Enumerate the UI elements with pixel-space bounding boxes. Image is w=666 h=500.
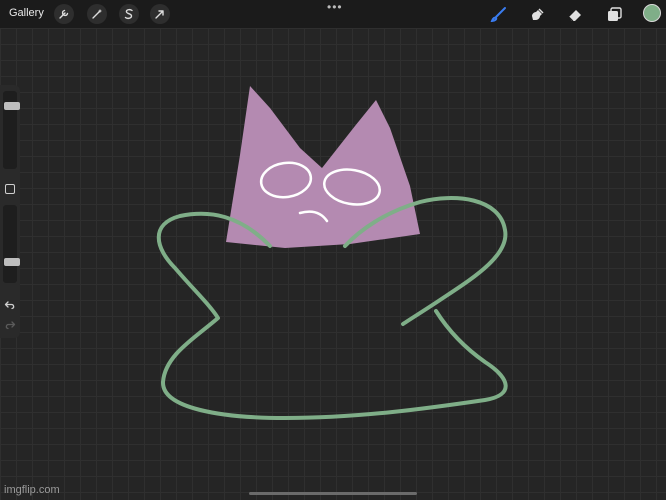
- brush-tool-button[interactable]: [488, 4, 508, 24]
- left-sidebar: [0, 85, 20, 338]
- selection-button[interactable]: [119, 4, 139, 24]
- actions-button[interactable]: [54, 4, 74, 24]
- layers-icon: [607, 6, 622, 21]
- adjustments-button[interactable]: [87, 4, 107, 24]
- brush-icon: [490, 6, 506, 22]
- watermark: imgflip.com: [4, 484, 60, 496]
- layers-button[interactable]: [604, 4, 624, 24]
- selection-s-icon: [124, 8, 133, 20]
- gallery-button[interactable]: Gallery: [9, 7, 44, 19]
- more-options-button[interactable]: •••: [327, 0, 343, 14]
- modify-button[interactable]: [5, 184, 15, 194]
- smudge-tool-button[interactable]: [527, 4, 547, 24]
- top-toolbar: Gallery •••: [0, 0, 666, 28]
- cat-head-shape: [226, 86, 420, 248]
- transform-button[interactable]: [150, 4, 170, 24]
- brush-size-handle[interactable]: [4, 102, 20, 110]
- eraser-tool-button[interactable]: [565, 4, 585, 24]
- smudge-icon: [531, 7, 544, 20]
- opacity-handle[interactable]: [4, 258, 20, 266]
- undo-icon[interactable]: [4, 299, 16, 311]
- wrench-icon: [59, 9, 69, 19]
- redo-icon[interactable]: [4, 319, 16, 331]
- home-indicator: [249, 492, 417, 495]
- magic-wand-icon: [92, 9, 102, 19]
- brush-size-slider[interactable]: [3, 91, 20, 169]
- artwork: [156, 86, 508, 420]
- opacity-slider[interactable]: [3, 205, 20, 283]
- transform-arrow-icon: [155, 10, 164, 19]
- eraser-icon: [568, 9, 581, 21]
- color-picker-button[interactable]: [643, 4, 661, 22]
